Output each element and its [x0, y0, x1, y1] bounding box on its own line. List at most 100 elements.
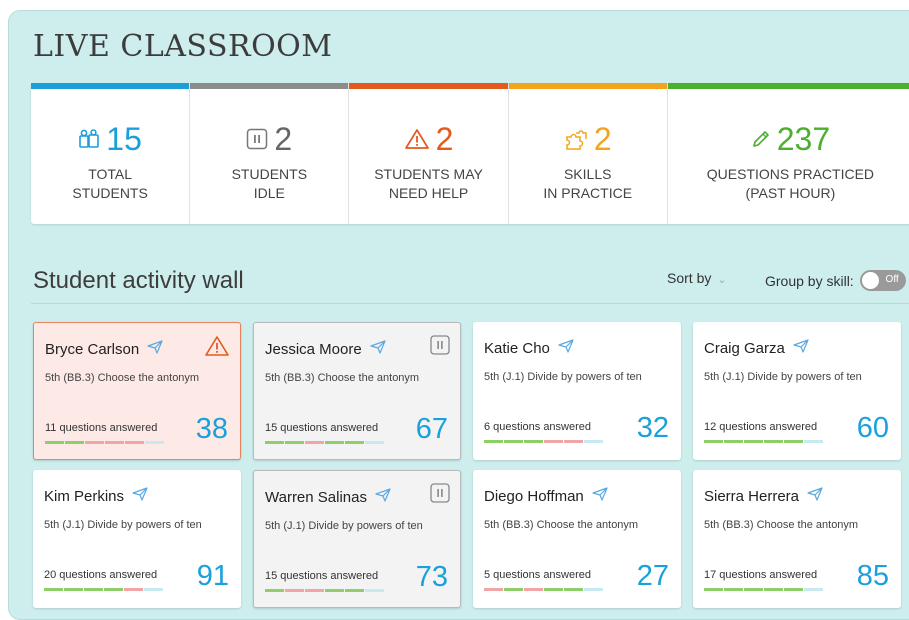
sort-dropdown[interactable]: Sort by ⌄: [667, 270, 727, 286]
answer-dash: [285, 589, 304, 592]
answer-dash: [724, 440, 743, 443]
send-icon[interactable]: [132, 487, 148, 505]
send-icon[interactable]: [147, 340, 163, 358]
group-by-skill-toggle[interactable]: Off: [859, 270, 906, 291]
answer-dash: [345, 441, 364, 444]
student-card[interactable]: Craig Garza 5th (J.1) Divide by powers o…: [693, 322, 901, 460]
student-name: Jessica Moore: [265, 340, 362, 358]
answer-progress: [44, 588, 164, 591]
smart-score: 38: [195, 413, 228, 445]
stat-label: SKILLS IN PRACTICE: [543, 166, 633, 201]
answer-dash: [44, 588, 63, 591]
answer-dash: [144, 588, 163, 591]
questions-answered: 6 questions answered: [484, 421, 592, 433]
puzzle-icon: [564, 128, 588, 150]
stat-value: 2: [435, 121, 454, 157]
stat-label: STUDENTS MAY NEED HELP: [374, 166, 483, 201]
answer-dash: [305, 441, 324, 444]
student-skill: 5th (J.1) Divide by powers of ten: [704, 371, 862, 383]
student-name: Diego Hoffman: [484, 487, 584, 505]
student-skill: 5th (J.1) Divide by powers of ten: [484, 371, 642, 383]
toggle-knob: [861, 272, 879, 289]
stat-label: QUESTIONS PRACTICED (PAST HOUR): [706, 166, 875, 201]
answer-dash: [145, 441, 164, 444]
answer-dash: [744, 440, 763, 443]
answer-dash: [84, 588, 103, 591]
pause-icon: [246, 128, 268, 150]
send-icon[interactable]: [807, 487, 823, 505]
answer-progress: [704, 440, 824, 443]
answer-progress: [484, 440, 604, 443]
send-icon[interactable]: [592, 487, 608, 505]
answer-dash: [764, 588, 783, 591]
student-card[interactable]: Sierra Herrera 5th (BB.3) Choose the ant…: [693, 470, 901, 608]
answer-progress: [265, 589, 385, 592]
answer-dash: [564, 440, 583, 443]
group-label: Group by skill:: [765, 272, 854, 289]
answer-dash: [104, 588, 123, 591]
smart-score: 85: [856, 560, 889, 592]
student-name: Craig Garza: [704, 339, 785, 357]
stat-total-students[interactable]: 15 TOTAL STUDENTS: [31, 83, 191, 224]
stat-students-idle[interactable]: 2 STUDENTS IDLE: [190, 83, 350, 224]
answer-dash: [804, 588, 823, 591]
answer-dash: [85, 441, 104, 444]
answer-dash: [265, 589, 284, 592]
stat-label: TOTAL STUDENTS: [72, 166, 148, 201]
questions-answered: 11 questions answered: [45, 422, 158, 434]
smart-score: 91: [196, 560, 229, 592]
stat-value: 2: [593, 121, 612, 157]
answer-dash: [584, 588, 603, 591]
stat-value: 2: [274, 121, 293, 157]
answer-dash: [64, 588, 83, 591]
stat-label: STUDENTS IDLE: [231, 166, 308, 201]
stat-bar: [31, 83, 190, 89]
answer-dash: [484, 440, 503, 443]
answer-dash: [704, 588, 723, 591]
activity-wall-title: Student activity wall: [33, 267, 244, 294]
send-icon[interactable]: [370, 340, 386, 358]
warning-icon: [404, 128, 430, 150]
answer-dash: [504, 588, 523, 591]
answer-dash: [544, 440, 563, 443]
answer-dash: [325, 589, 344, 592]
warning-icon: [204, 335, 230, 362]
answer-dash: [345, 589, 364, 592]
student-card[interactable]: Diego Hoffman 5th (BB.3) Choose the anto…: [473, 470, 681, 608]
answer-dash: [105, 441, 124, 444]
answer-dash: [524, 588, 543, 591]
answer-dash: [784, 588, 803, 591]
student-card[interactable]: Jessica Moore 5th (BB.3) Choose the anto…: [253, 322, 461, 460]
answer-progress: [484, 588, 604, 591]
student-card[interactable]: Bryce Carlson 5th (BB.3) Choose the anto…: [33, 322, 241, 460]
stats-bar: 15 TOTAL STUDENTS 2 STUDENTS IDLE 2 STUD…: [31, 83, 909, 224]
stat-need-help[interactable]: 2 STUDENTS MAY NEED HELP: [349, 83, 509, 224]
questions-answered: 15 questions answered: [265, 570, 379, 582]
send-icon[interactable]: [375, 488, 391, 506]
answer-dash: [124, 588, 143, 591]
questions-answered: 5 questions answered: [484, 569, 592, 581]
live-classroom-panel: LIVE CLASSROOM 15 TOTAL STUDENTS 2 STUDE…: [8, 10, 909, 620]
smart-score: 73: [415, 561, 448, 593]
student-card[interactable]: Warren Salinas 5th (J.1) Divide by power…: [253, 470, 461, 608]
questions-answered: 12 questions answered: [704, 421, 818, 433]
answer-dash: [65, 441, 84, 444]
answer-dash: [804, 440, 823, 443]
student-skill: 5th (BB.3) Choose the antonym: [484, 519, 639, 531]
send-icon[interactable]: [558, 339, 574, 357]
send-icon[interactable]: [793, 339, 809, 357]
stat-value: 15: [106, 121, 142, 157]
student-name: Kim Perkins: [44, 487, 125, 505]
stat-questions-practiced[interactable]: 237 QUESTIONS PRACTICED (PAST HOUR): [667, 83, 909, 224]
answer-progress: [45, 441, 165, 444]
smart-score: 67: [415, 413, 448, 445]
stat-skills-in-practice[interactable]: 2 SKILLS IN PRACTICE: [508, 83, 668, 224]
student-skill: 5th (J.1) Divide by powers of ten: [44, 519, 202, 531]
answer-dash: [484, 588, 503, 591]
student-name: Bryce Carlson: [45, 340, 140, 358]
answer-dash: [265, 441, 284, 444]
answer-dash: [365, 441, 384, 444]
smart-score: 27: [636, 560, 669, 592]
student-card[interactable]: Kim Perkins 5th (J.1) Divide by powers o…: [33, 470, 241, 608]
student-card[interactable]: Katie Cho 5th (J.1) Divide by powers of …: [473, 322, 681, 460]
